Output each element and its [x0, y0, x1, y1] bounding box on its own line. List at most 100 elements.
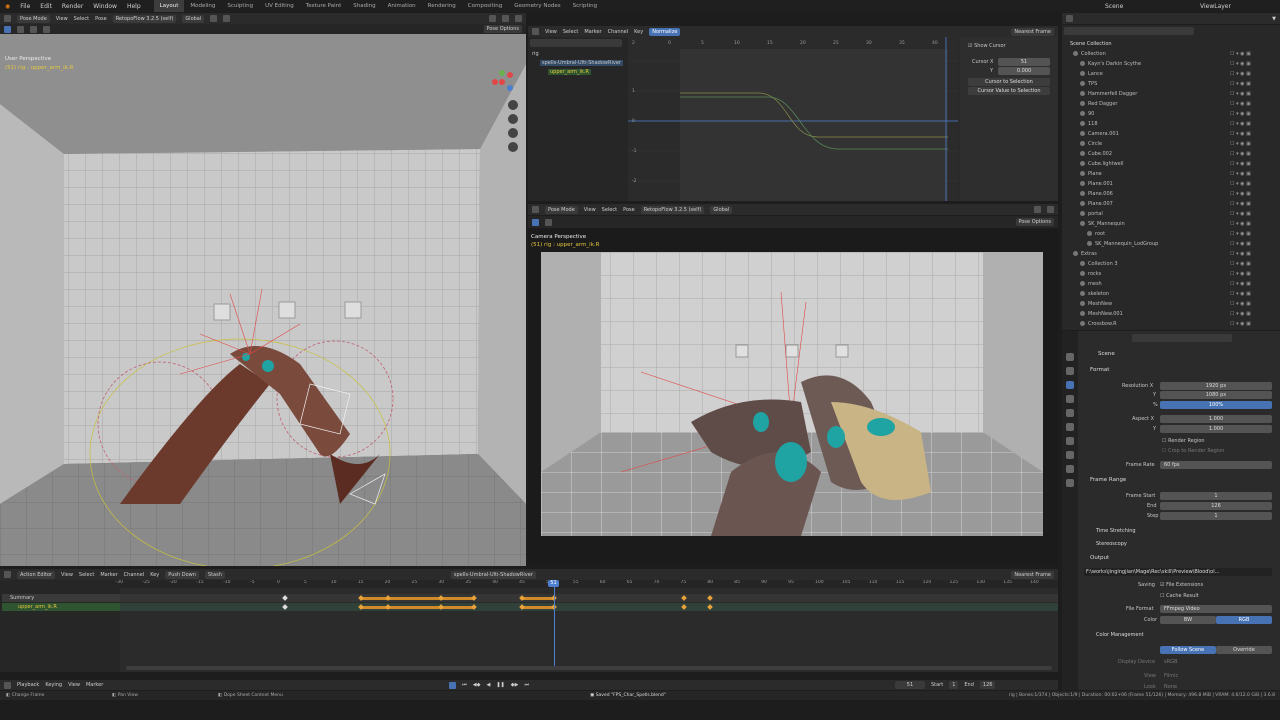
keyframe[interactable] [680, 595, 687, 601]
visibility-toggles-icon[interactable]: ☐ ▾ ◉ ▣ [1230, 129, 1251, 139]
workspace-tab-sculpting[interactable]: Sculpting [221, 0, 259, 12]
render-tab-icon[interactable] [1066, 367, 1074, 375]
outliner-item[interactable]: Collection ☐ ▾ ◉ ▣ [1062, 49, 1280, 59]
pose-options-button[interactable]: Pose Options [483, 25, 522, 33]
action-select[interactable]: spells-Umbral-Ulti-ShadowRiver [450, 570, 536, 579]
stash-button[interactable]: Stash [204, 570, 225, 579]
outliner-item[interactable]: skeleton ☐ ▾ ◉ ▣ [1062, 289, 1280, 299]
workspace-tab-texture-paint[interactable]: Texture Paint [300, 0, 348, 12]
dopesheet-mode-select[interactable]: Action Editor [17, 570, 56, 579]
workspace-tab-compositing[interactable]: Compositing [462, 0, 508, 12]
zoom-icon[interactable] [508, 100, 518, 110]
physics-tab-icon[interactable] [1066, 465, 1074, 473]
object-tab-icon[interactable] [1066, 437, 1074, 445]
visibility-toggles-icon[interactable]: ☐ ▾ ◉ ▣ [1230, 119, 1251, 129]
output-panel-header[interactable]: Output [1090, 555, 1109, 561]
select-mode-icon[interactable] [17, 25, 24, 33]
outliner-item[interactable]: 118 ☐ ▾ ◉ ▣ [1062, 119, 1280, 129]
next-key-icon[interactable]: ◆▶ [511, 682, 519, 688]
keyframe[interactable] [680, 604, 687, 610]
outliner-item[interactable]: MeshNew ☐ ▾ ◉ ▣ [1062, 299, 1280, 309]
start-frame-field[interactable]: 1 [949, 681, 959, 689]
outliner-item[interactable]: Cube.002 ☐ ▾ ◉ ▣ [1062, 149, 1280, 159]
playhead[interactable] [554, 580, 556, 666]
filter-icon[interactable]: ▼ [1272, 16, 1276, 22]
visibility-toggles-icon[interactable]: ☐ ▾ ◉ ▣ [1230, 149, 1251, 159]
stereoscopy-panel-header[interactable]: Stereoscopy [1096, 541, 1127, 547]
dopesheet-scrollbar[interactable] [126, 666, 1052, 670]
editor-type-icon[interactable] [532, 28, 539, 35]
menu-select[interactable]: Select [79, 572, 94, 578]
cursor-x-field[interactable]: 51 [998, 58, 1050, 66]
crop-region-checkbox[interactable]: ☐ Crop to Render Region [1162, 448, 1224, 454]
cache-result-checkbox[interactable]: ☐ Cache Result [1160, 593, 1199, 599]
visibility-toggles-icon[interactable]: ☐ ▾ ◉ ▣ [1230, 309, 1251, 319]
cursor-to-selection-button[interactable]: Cursor to Selection [968, 78, 1050, 86]
outliner-item[interactable]: Crossbow.R ☐ ▾ ◉ ▣ [1062, 319, 1280, 329]
outliner-item[interactable]: Kayn's Darkin Scythe ☐ ▾ ◉ ▣ [1062, 59, 1280, 69]
camera-view-icon[interactable] [508, 128, 518, 138]
outliner-item[interactable]: Extras ☐ ▾ ◉ ▣ [1062, 249, 1280, 259]
frame-start-field[interactable]: 1 [1160, 492, 1272, 500]
outliner-item[interactable]: Plane ☐ ▾ ◉ ▣ [1062, 169, 1280, 179]
play-reverse-icon[interactable]: ◀ [487, 682, 491, 688]
select-mode-icon[interactable] [30, 25, 37, 33]
constraints-tab-icon[interactable] [1066, 479, 1074, 487]
current-frame-field[interactable]: 51 [894, 681, 925, 689]
workspace-tab-rendering[interactable]: Rendering [422, 0, 462, 12]
visibility-toggles-icon[interactable]: ☐ ▾ ◉ ▣ [1230, 279, 1251, 289]
menu-file[interactable]: File [15, 3, 35, 10]
frame-end-field[interactable]: 126 [1160, 502, 1272, 510]
graph-editor[interactable]: rig spells-Umbral-Ulti-ShadowRiver upper… [528, 37, 1058, 201]
marker-menu[interactable]: Marker [86, 682, 103, 688]
mode-select[interactable]: Pose Mode [17, 14, 50, 23]
orthographic-toggle-icon[interactable] [508, 142, 518, 152]
keying-menu[interactable]: Keying [45, 682, 62, 688]
keyframe[interactable] [707, 604, 714, 610]
menu-select[interactable]: Select [602, 207, 617, 213]
menu-select[interactable]: Select [563, 29, 578, 35]
visibility-toggles-icon[interactable]: ☐ ▾ ◉ ▣ [1230, 199, 1251, 209]
snap-icon[interactable] [210, 15, 218, 22]
visibility-toggles-icon[interactable]: ☐ ▾ ◉ ▣ [1230, 189, 1251, 199]
shading-solid-icon[interactable] [1047, 206, 1054, 213]
menu-channel[interactable]: Channel [608, 29, 629, 35]
orientation-select[interactable]: Global [710, 205, 733, 214]
cursor-value-to-selection-button[interactable]: Cursor Value to Selection [968, 87, 1050, 95]
outliner-item[interactable]: SK_Mannequin_LodGroup ☐ ▾ ◉ ▣ [1062, 239, 1280, 249]
visibility-toggles-icon[interactable]: ☐ ▾ ◉ ▣ [1230, 289, 1251, 299]
outliner-item[interactable]: Plane.001 ☐ ▾ ◉ ▣ [1062, 179, 1280, 189]
viewport-left[interactable]: User Perspective (51) rig : upper_arm_ik… [0, 34, 526, 566]
workspace-tab-shading[interactable]: Shading [347, 0, 381, 12]
editor-type-icon[interactable] [1066, 15, 1073, 22]
overlay-icon[interactable] [1034, 206, 1041, 213]
select-box-icon[interactable] [532, 218, 539, 226]
menu-view[interactable]: View [61, 572, 73, 578]
file-format-select[interactable]: FFmpeg Video [1160, 605, 1272, 613]
shading-material-icon[interactable] [515, 15, 522, 22]
visibility-toggles-icon[interactable]: ☐ ▾ ◉ ▣ [1230, 299, 1251, 309]
keyframe[interactable] [707, 595, 714, 601]
shading-solid-icon[interactable] [502, 15, 509, 22]
workspace-tab-animation[interactable]: Animation [382, 0, 422, 12]
frame-step-field[interactable]: 1 [1160, 512, 1272, 520]
world-tab-icon[interactable] [1066, 423, 1074, 431]
visibility-toggles-icon[interactable]: ☐ ▾ ◉ ▣ [1230, 49, 1251, 59]
editor-type-icon[interactable] [4, 15, 11, 22]
outliner-item[interactable]: mesh ☐ ▾ ◉ ▣ [1062, 279, 1280, 289]
outliner-item[interactable]: Cube.lightwell ☐ ▾ ◉ ▣ [1062, 159, 1280, 169]
outliner[interactable]: Scene Collection Collection ☐ ▾ ◉ ▣ Kayn's… [1062, 25, 1280, 330]
outliner-item[interactable]: Collection 3 ☐ ▾ ◉ ▣ [1062, 259, 1280, 269]
view-menu[interactable]: View [68, 682, 80, 688]
record-icon[interactable] [449, 681, 457, 689]
outliner-item[interactable]: 90 ☐ ▾ ◉ ▣ [1062, 109, 1280, 119]
file-extensions-checkbox[interactable]: ☑ File Extensions [1160, 582, 1203, 588]
show-cursor-checkbox[interactable]: ☑ Show Cursor [968, 43, 1006, 49]
scene-tab-icon[interactable] [1066, 409, 1074, 417]
view-layer-tab-icon[interactable] [1066, 395, 1074, 403]
jump-start-icon[interactable]: ⏮ [462, 682, 467, 688]
tool-tab-icon[interactable] [1066, 353, 1074, 361]
aspect-y-field[interactable]: 1.000 [1160, 425, 1272, 433]
dopesheet[interactable]: Summary upper_arm_ik.R -30 -25 -20 -15 -10 -5… [0, 580, 1058, 672]
menu-window[interactable]: Window [88, 3, 122, 10]
